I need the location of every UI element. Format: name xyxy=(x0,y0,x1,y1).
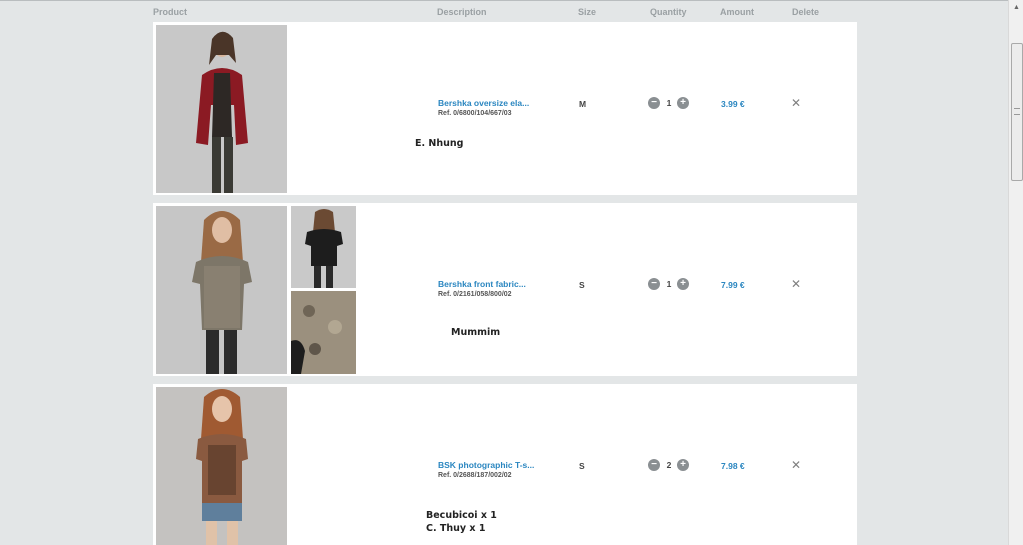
note-line: C. Thuy x 1 xyxy=(426,523,486,534)
delete-icon[interactable]: ✕ xyxy=(790,459,802,471)
delete-icon[interactable]: ✕ xyxy=(790,278,802,290)
plus-icon[interactable]: + xyxy=(677,97,689,109)
header-amount: Amount xyxy=(720,7,754,17)
plus-icon[interactable]: + xyxy=(677,278,689,290)
scroll-up-arrow-icon[interactable]: ▲ xyxy=(1009,0,1023,16)
product-size: S xyxy=(579,461,585,471)
order-note: E. Nhung xyxy=(415,137,463,150)
product-size: S xyxy=(579,280,585,290)
product-name-link[interactable]: Bershka oversize ela... xyxy=(438,98,529,108)
order-note: Becubicoi x 1 C. Thuy x 1 xyxy=(426,509,497,535)
plus-icon[interactable]: + xyxy=(677,459,689,471)
product-photo-detail[interactable] xyxy=(291,291,356,374)
cart-row: Bershka front fabric... Ref. 0/2161/058/… xyxy=(153,203,857,376)
product-ref: Ref. 0/2688/187/002/02 xyxy=(438,472,512,479)
product-amount: 7.98 € xyxy=(721,461,745,471)
header-description: Description xyxy=(437,7,487,17)
product-ref: Ref. 0/2161/058/800/02 xyxy=(438,291,512,298)
minus-icon[interactable]: − xyxy=(648,459,660,471)
delete-icon[interactable]: ✕ xyxy=(790,97,802,109)
vertical-scrollbar[interactable]: ▲ xyxy=(1008,0,1023,545)
header-size: Size xyxy=(578,7,597,17)
quantity-value: 1 xyxy=(666,279,672,289)
product-name-link[interactable]: BSK photographic T-s... xyxy=(438,460,534,470)
header-product: Product xyxy=(153,7,188,17)
product-photo[interactable] xyxy=(156,206,287,374)
note-line: E. Nhung xyxy=(415,138,464,149)
quantity-value: 2 xyxy=(666,460,672,470)
quantity-stepper: − 1 + xyxy=(648,278,690,292)
minus-icon[interactable]: − xyxy=(648,97,660,109)
scrollbar-thumb[interactable] xyxy=(1011,43,1023,181)
grip-icon xyxy=(1014,108,1020,115)
product-size: M xyxy=(579,99,587,109)
product-photo[interactable] xyxy=(156,387,287,545)
note-line: Mummim xyxy=(451,327,501,338)
product-amount: 3.99 € xyxy=(721,99,745,109)
product-amount: 7.99 € xyxy=(721,280,745,290)
product-name-link[interactable]: Bershka front fabric... xyxy=(438,279,526,289)
quantity-stepper: − 2 + xyxy=(648,459,690,473)
quantity-value: 1 xyxy=(666,98,672,108)
header-quantity: Quantity xyxy=(650,7,687,17)
minus-icon[interactable]: − xyxy=(648,278,660,290)
product-photo-back[interactable] xyxy=(291,206,356,288)
quantity-stepper: − 1 + xyxy=(648,97,690,111)
order-note: Mummim xyxy=(451,326,500,339)
product-ref: Ref. 0/6800/104/667/03 xyxy=(438,110,512,117)
cart-row: Bershka oversize ela... Ref. 0/6800/104/… xyxy=(153,22,857,195)
cart-row: BSK photographic T-s... Ref. 0/2688/187/… xyxy=(153,384,857,545)
product-photo[interactable] xyxy=(156,25,287,193)
note-line: Becubicoi x 1 xyxy=(426,510,497,521)
header-delete: Delete xyxy=(792,7,820,17)
cart-table-header: Product Description Size Quantity Amount… xyxy=(0,0,1008,22)
